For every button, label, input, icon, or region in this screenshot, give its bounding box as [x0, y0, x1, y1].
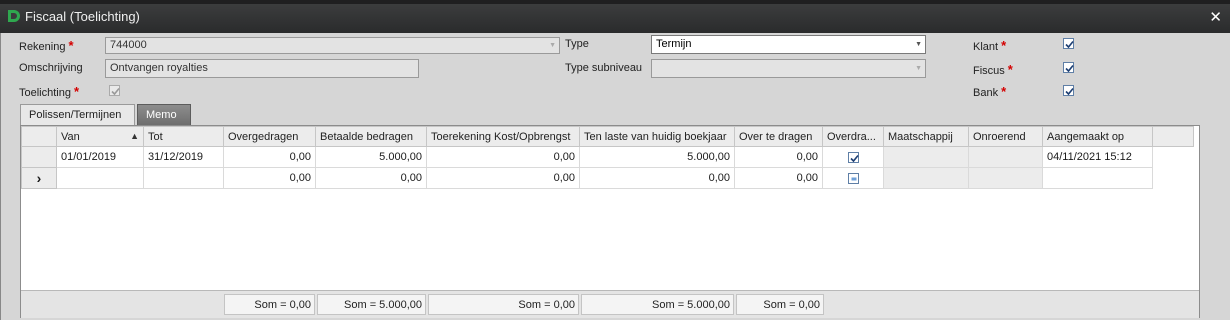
chevron-down-icon: ▼	[549, 42, 556, 49]
filler-cell	[1152, 146, 1194, 168]
type-combo[interactable]: Termijn ▼	[651, 35, 926, 54]
filler-cell	[1152, 167, 1194, 189]
grid-footer: Som = 0,00 Som = 5.000,00 Som = 0,00 Som…	[21, 290, 1199, 318]
toelichting-label: Toelichting *	[19, 84, 80, 99]
omschrijving-field[interactable]: Ontvangen royalties	[105, 59, 419, 78]
cell-ten-laste[interactable]: 0,00	[579, 167, 735, 189]
checkmark-icon	[1065, 40, 1074, 49]
col-header-toerekening[interactable]: Toerekening Kost/Opbrengst	[426, 126, 580, 147]
row-indicator-arrow-icon[interactable]: ›	[21, 167, 57, 189]
termijnen-grid: Van ▲ Tot Overgedragen Betaalde bedragen …	[20, 125, 1200, 318]
tab-memo[interactable]: Memo	[137, 104, 191, 125]
row-indicator[interactable]	[21, 146, 57, 168]
toelichting-checkbox[interactable]	[109, 85, 120, 96]
omschrijving-label: Omschrijving	[19, 62, 83, 74]
cell-betaalde[interactable]: 0,00	[315, 167, 427, 189]
sum-ten-laste: Som = 5.000,00	[581, 294, 734, 315]
type-subniveau-combo[interactable]: ▼	[651, 59, 926, 78]
checkmark-icon	[1065, 64, 1074, 73]
cell-maatschappij[interactable]	[883, 167, 969, 189]
cell-aangemaakt-op[interactable]	[1042, 167, 1153, 189]
tab-polissen-termijnen[interactable]: Polissen/Termijnen	[20, 104, 135, 125]
rekening-value: 744000	[110, 39, 147, 51]
col-header-onroerend[interactable]: Onroerend	[968, 126, 1043, 147]
fiscus-checkbox[interactable]	[1063, 62, 1074, 73]
table-row[interactable]: 01/01/2019 31/12/2019 0,00 5.000,00 0,00…	[21, 146, 1194, 168]
overdra-checkbox[interactable]	[847, 151, 859, 163]
sum-betaalde: Som = 5.000,00	[317, 294, 426, 315]
chevron-down-icon: ▼	[915, 65, 922, 72]
fiscus-label: Fiscus *	[973, 62, 1013, 77]
sum-overgedragen: Som = 0,00	[224, 294, 315, 315]
type-label: Type	[565, 38, 589, 50]
checkmark-icon	[111, 87, 120, 96]
window-titlebar: Fiscaal (Toelichting) ✕	[0, 0, 1230, 33]
col-header-overdra[interactable]: Overdra...	[822, 126, 884, 147]
cell-overdra[interactable]	[822, 167, 884, 189]
checkmark-icon	[849, 154, 859, 162]
row-indicator-header	[21, 126, 57, 147]
col-header-over-te-dragen[interactable]: Over te dragen	[734, 126, 823, 147]
chevron-down-icon: ▼	[915, 41, 922, 48]
col-header-betaalde-bedragen[interactable]: Betaalde bedragen	[315, 126, 427, 147]
cell-van[interactable]: 01/01/2019	[56, 146, 144, 168]
cell-maatschappij[interactable]	[883, 146, 969, 168]
type-subniveau-label: Type subniveau	[565, 62, 643, 74]
klant-checkbox[interactable]	[1063, 38, 1074, 49]
window-title: Fiscaal (Toelichting)	[25, 9, 140, 24]
col-header-overgedragen[interactable]: Overgedragen	[223, 126, 316, 147]
cell-overgedragen[interactable]: 0,00	[223, 167, 316, 189]
app-logo-icon	[8, 10, 20, 22]
cell-over-te-dragen[interactable]: 0,00	[734, 167, 823, 189]
bank-checkbox[interactable]	[1063, 85, 1074, 96]
close-icon[interactable]: ✕	[1209, 8, 1222, 26]
cell-van[interactable]	[56, 167, 144, 189]
cell-onroerend[interactable]	[968, 146, 1043, 168]
fiscaal-form: Rekening * 744000 ▼ Omschrijving Ontvange…	[0, 33, 1230, 320]
cell-overgedragen[interactable]: 0,00	[223, 146, 316, 168]
table-row[interactable]: › 0,00 0,00 0,00 0,00 0,00	[21, 167, 1194, 189]
cell-tot[interactable]: 31/12/2019	[143, 146, 224, 168]
rekening-label: Rekening *	[19, 38, 74, 53]
cell-ten-laste[interactable]: 5.000,00	[579, 146, 735, 168]
klant-label: Klant *	[973, 38, 1007, 53]
cell-onroerend[interactable]	[968, 167, 1043, 189]
sort-ascending-icon: ▲	[130, 130, 139, 141]
sum-over-te-dragen: Som = 0,00	[736, 294, 824, 315]
type-value: Termijn	[656, 38, 692, 50]
checkmark-icon	[1065, 87, 1074, 96]
col-header-van[interactable]: Van ▲	[56, 126, 144, 147]
cell-tot[interactable]	[143, 167, 224, 189]
background-strip	[0, 0, 1230, 4]
sum-toerekening: Som = 0,00	[428, 294, 579, 315]
indeterminate-icon	[851, 177, 856, 181]
cell-betaalde[interactable]: 5.000,00	[315, 146, 427, 168]
col-header-maatschappij[interactable]: Maatschappij	[883, 126, 969, 147]
col-header-ten-laste[interactable]: Ten laste van huidig boekjaar	[579, 126, 735, 147]
cell-toerekening[interactable]: 0,00	[426, 146, 580, 168]
grid-table: Van ▲ Tot Overgedragen Betaalde bedragen …	[21, 126, 1194, 189]
cell-overdra[interactable]	[822, 146, 884, 168]
cell-aangemaakt-op[interactable]: 04/11/2021 15:12	[1042, 146, 1153, 168]
cell-toerekening[interactable]: 0,00	[426, 167, 580, 189]
col-header-aangemaakt-op[interactable]: Aangemaakt op	[1042, 126, 1153, 147]
bank-label: Bank *	[973, 84, 1007, 99]
grid-header-row: Van ▲ Tot Overgedragen Betaalde bedragen …	[21, 126, 1194, 147]
col-header-filler	[1152, 126, 1194, 147]
cell-over-te-dragen[interactable]: 0,00	[734, 146, 823, 168]
overdra-checkbox-indeterminate[interactable]	[847, 172, 859, 184]
col-header-tot[interactable]: Tot	[143, 126, 224, 147]
rekening-combo[interactable]: 744000 ▼	[105, 37, 560, 54]
